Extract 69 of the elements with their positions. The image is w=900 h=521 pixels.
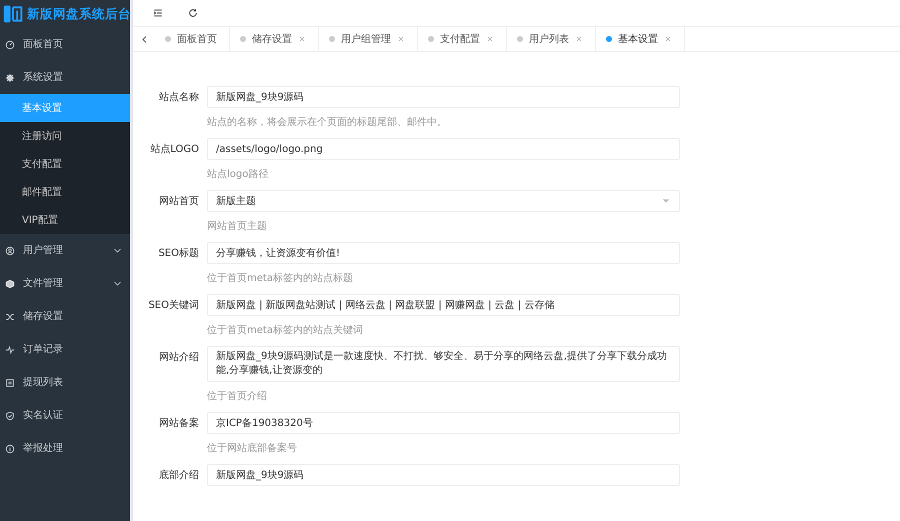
field-hint: 位于网站底部备案号	[207, 442, 298, 456]
tab-dot-icon	[165, 36, 171, 42]
sidebar-item[interactable]: 实名认证	[0, 399, 130, 432]
close-icon	[298, 35, 306, 43]
box-icon	[5, 278, 15, 288]
field-label: SEO关键词	[147, 298, 199, 313]
input-field[interactable]: /assets/logo/logo.png	[207, 138, 680, 160]
sidebar-item[interactable]: 系统设置	[0, 61, 130, 94]
tab[interactable]: 面板首页	[155, 27, 230, 51]
field-hint: 站点的名称，将会展示在个页面的标题尾部、邮件中。	[207, 116, 448, 130]
refresh-button[interactable]	[188, 8, 198, 18]
sidebar-item[interactable]: 文件管理	[0, 267, 130, 300]
sidebar-item[interactable]: 订单记录	[0, 333, 130, 366]
close-icon	[486, 35, 494, 43]
close-icon	[664, 35, 672, 43]
tab-dot-icon	[329, 36, 335, 42]
submenu-item[interactable]: VIP配置	[0, 206, 130, 234]
tab-dot-icon	[517, 36, 523, 42]
submenu-item[interactable]: 注册访问	[0, 122, 130, 150]
document-icon	[5, 378, 15, 388]
shuffle-icon	[5, 312, 15, 322]
gauge-icon	[5, 40, 15, 50]
sidebar-item[interactable]: 用户管理	[0, 234, 130, 267]
field-label: 网站首页	[158, 194, 199, 209]
info-icon	[5, 444, 15, 454]
text-area[interactable]: 新版网盘_9块9源码测试是一款速度快、不打扰、够安全、易于分享的网络云盘,提供了分享下载分成功能,分享赚钱,让资源变的	[207, 346, 680, 382]
tab[interactable]: 用户组管理	[319, 27, 418, 51]
field-label: 底部介绍	[158, 468, 199, 483]
close-icon	[397, 35, 405, 43]
settings-icon	[5, 72, 15, 82]
logo-icon	[2, 4, 24, 24]
tab[interactable]: 支付配置	[418, 27, 507, 51]
select-field[interactable]: 新版主题	[207, 190, 680, 212]
user-icon	[5, 246, 15, 256]
shield-icon	[5, 410, 15, 420]
input-field[interactable]: 新版网盘_9块9源码	[207, 464, 680, 486]
field-label: 站点LOGO	[149, 142, 199, 157]
menu-icon	[153, 8, 163, 18]
field-label: 网站备案	[158, 416, 199, 431]
input-field[interactable]: 京ICP备19038320号	[207, 412, 680, 434]
tab[interactable]: 储存设置	[230, 27, 319, 51]
input-field[interactable]: 新版网盘 | 新版网盘站测试 | 网络云盘 | 网盘联盟 | 网赚网盘 | 云盘 | 云存储	[207, 294, 680, 316]
field-hint: 位于首页meta标签内的站点标题	[207, 272, 354, 286]
refresh-icon	[188, 8, 198, 18]
tab-dot-icon	[606, 36, 612, 42]
field-hint: 站点logo路径	[207, 168, 270, 182]
field-label: SEO标题	[157, 246, 199, 261]
menu-button[interactable]	[153, 8, 163, 18]
input-field[interactable]: 分享赚钱，让资源变有价值!	[207, 242, 680, 264]
pulse-icon	[5, 344, 15, 354]
submenu-item[interactable]: 邮件配置	[0, 178, 130, 206]
field-hint: 位于首页meta标签内的站点关键词	[207, 324, 364, 338]
field-label: 网站介绍	[158, 350, 199, 365]
app-title: 新版网盘系统后台	[27, 4, 131, 23]
tab[interactable]: 用户列表	[507, 27, 596, 51]
input-field[interactable]: 新版网盘_9块9源码	[207, 86, 680, 108]
field-label: 站点名称	[158, 90, 199, 105]
sidebar-item[interactable]: 储存设置	[0, 300, 130, 333]
tab-dot-icon	[240, 36, 246, 42]
tab[interactable]: 基本设置	[596, 27, 685, 51]
field-hint: 网站首页主题	[207, 220, 268, 234]
tab-dot-icon	[428, 36, 434, 42]
chevron-left-icon	[140, 34, 148, 44]
sidebar-item[interactable]: 面板首页	[0, 28, 130, 61]
sidebar-item[interactable]: 提现列表	[0, 366, 130, 399]
sidebar-item[interactable]: 举报处理	[0, 432, 130, 465]
submenu-item[interactable]: 支付配置	[0, 150, 130, 178]
close-icon	[575, 35, 583, 43]
field-hint: 位于首页介绍	[207, 390, 268, 404]
